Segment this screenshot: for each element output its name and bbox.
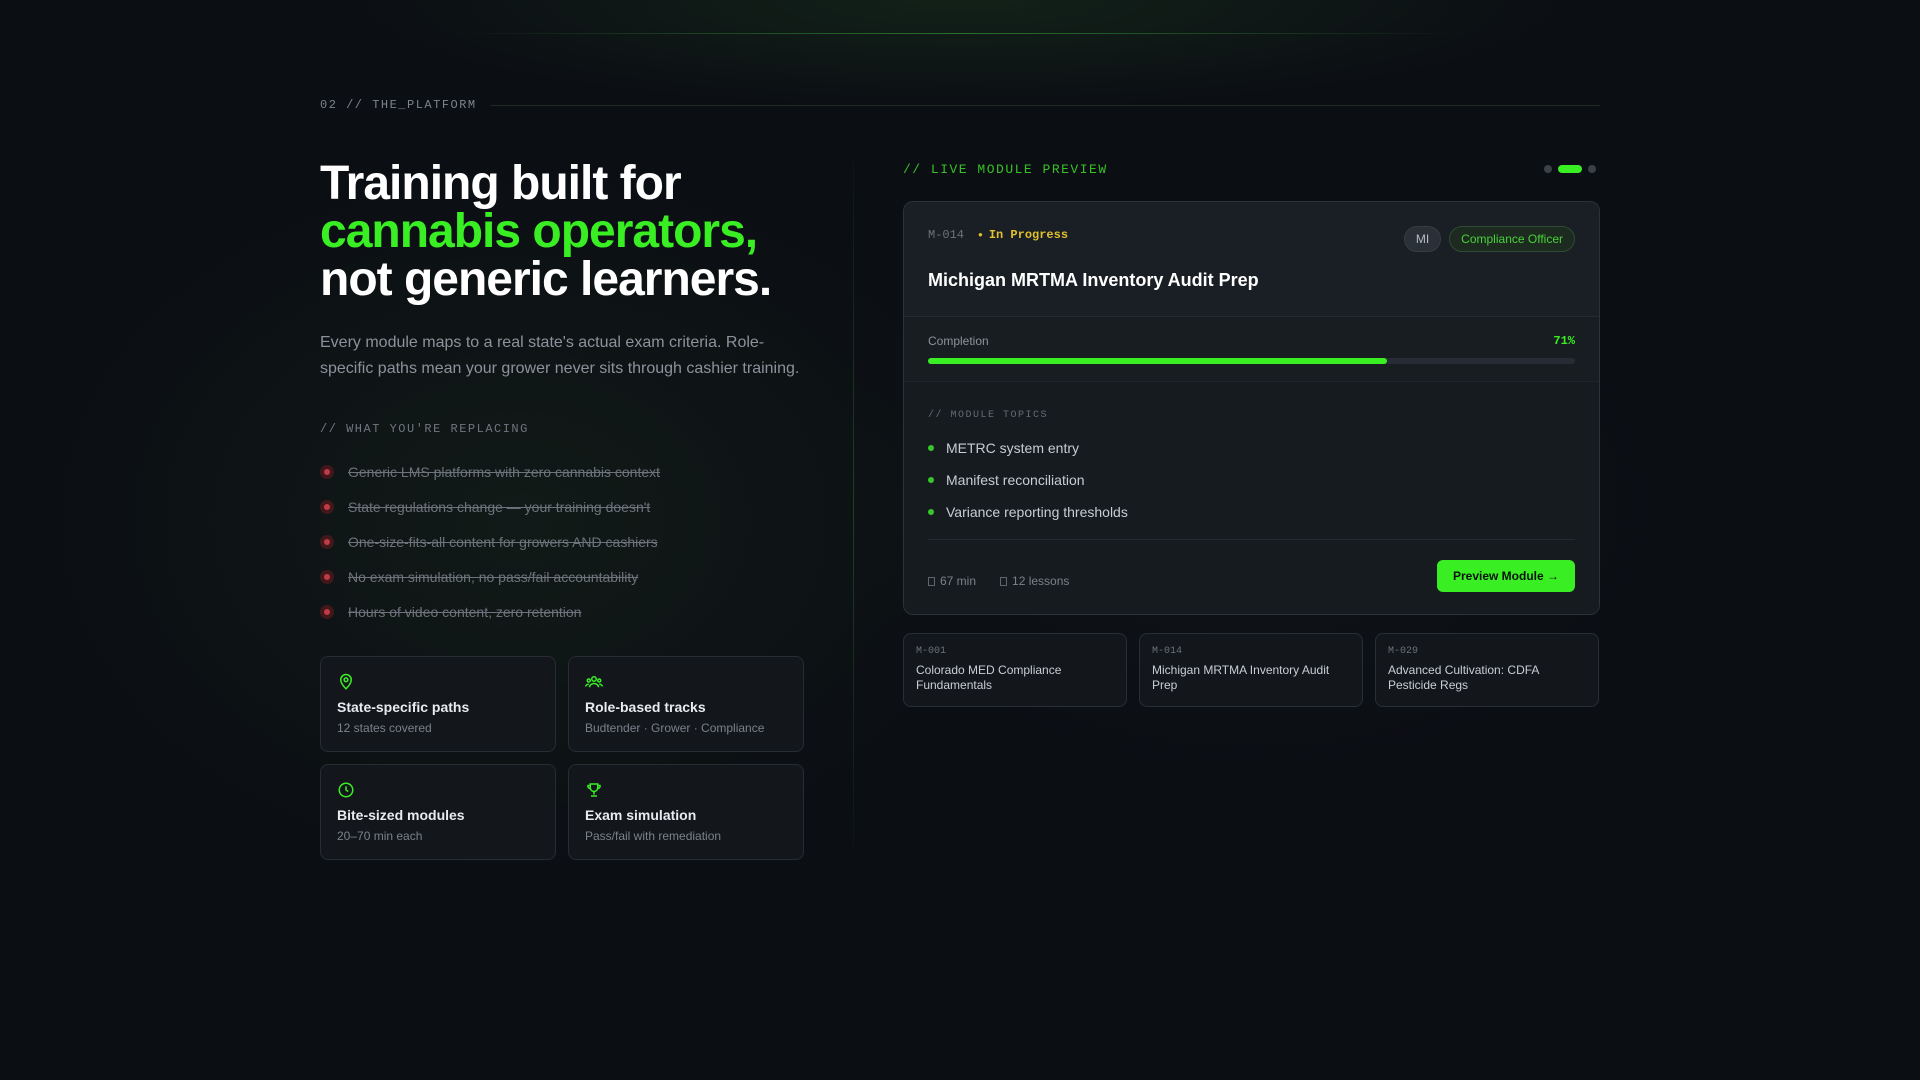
module-tags: MI Compliance Officer [1403, 226, 1575, 252]
topics-list: METRC system entry Manifest reconciliati… [928, 432, 1128, 528]
mini-card-title: Advanced Cultivation: CDFA Pesticide Reg… [1388, 663, 1539, 692]
headline-line-2: cannabis operators, [320, 205, 758, 258]
clock-icon [338, 782, 354, 798]
module-title: Michigan MRTMA Inventory Audit Prep [928, 270, 1259, 290]
users-icon [585, 676, 603, 688]
feature-card-exam-sim: Exam simulation Pass/fail with remediati… [568, 764, 804, 860]
clock-icon [928, 576, 935, 586]
feature-title: Bite-sized modules [337, 807, 465, 823]
lessons-meta: 12 lessons [1000, 574, 1069, 588]
completion-label: Completion [928, 334, 989, 348]
replacing-list: Generic LMS platforms with zero cannabis… [320, 454, 840, 629]
replacing-item: State regulations change — your training… [320, 489, 840, 524]
pager-dot[interactable] [1588, 165, 1596, 173]
mini-card-title: Michigan MRTMA Inventory Audit Prep [1152, 663, 1330, 692]
topic-item: METRC system entry [928, 432, 1128, 464]
feature-card-bite-sized: Bite-sized modules 20–70 min each [320, 764, 556, 860]
headline-line-1: Training built for [320, 157, 682, 210]
hero-headline: Training built for cannabis operators, n… [320, 160, 880, 304]
module-preview-card: M-014 In Progress MI Compliance Officer … [903, 201, 1600, 615]
feature-subtitle: 12 states covered [337, 721, 432, 735]
mini-card-id: M-014 [1152, 646, 1183, 657]
module-card-list: M-001 Colorado MED Compliance Fundamenta… [903, 633, 1600, 707]
x-circle-icon [320, 499, 334, 514]
progress-bar [928, 358, 1575, 364]
feature-title: Role-based tracks [585, 699, 706, 715]
preview-module-button[interactable]: Preview Module → [1436, 560, 1575, 592]
module-mini-card[interactable]: M-001 Colorado MED Compliance Fundamenta… [903, 633, 1127, 707]
duration-meta: 67 min [928, 574, 976, 588]
preview-label: // LIVE MODULE PREVIEW [903, 162, 1108, 177]
replacing-item: No exam simulation, no pass/fail account… [320, 559, 840, 594]
mini-card-id: M-001 [916, 646, 947, 657]
mini-card-id: M-029 [1388, 646, 1419, 657]
topic-item: Manifest reconciliation [928, 464, 1128, 496]
replacing-label: // WHAT YOU'RE REPLACING [320, 422, 529, 436]
top-accent-line [460, 33, 1460, 34]
mini-card-title: Colorado MED Compliance Fundamentals [916, 663, 1062, 692]
topic-item: Variance reporting thresholds [928, 496, 1128, 528]
replacing-item: Hours of video content, zero retention [320, 594, 840, 629]
map-pin-icon [339, 673, 353, 690]
progress-bar-fill [928, 358, 1388, 364]
headline-line-3: not generic learners. [320, 253, 772, 306]
module-id: M-014 [928, 228, 965, 242]
x-circle-icon [320, 464, 334, 479]
completion-section: Completion 71% [904, 317, 1599, 382]
trophy-icon [587, 783, 601, 797]
hero-lede: Every module maps to a real state's actu… [320, 334, 800, 377]
section-label: 02 // THE_PLATFORM [320, 98, 477, 112]
module-meta: 67 min 12 lessons [928, 574, 1069, 588]
state-tag: MI [1403, 226, 1442, 252]
feature-grid: State-specific paths 12 states covered R… [320, 656, 804, 860]
module-header: M-014 In Progress MI Compliance Officer … [904, 202, 1599, 317]
carousel-pager [1544, 165, 1596, 173]
feature-title: State-specific paths [337, 699, 470, 715]
module-body: // MODULE TOPICS METRC system entry Mani… [904, 382, 1599, 614]
feature-title: Exam simulation [585, 807, 697, 823]
role-tag: Compliance Officer [1449, 226, 1575, 252]
feature-card-state-paths: State-specific paths 12 states covered [320, 656, 556, 752]
replacing-item: One-size-fits-all content for growers AN… [320, 524, 840, 559]
section-divider [490, 105, 1600, 106]
module-divider [928, 539, 1575, 540]
feature-subtitle: Pass/fail with remediation [585, 829, 722, 843]
x-circle-icon [320, 534, 334, 549]
module-mini-card[interactable]: M-014 Michigan MRTMA Inventory Audit Pre… [1139, 633, 1363, 707]
pager-dot-active[interactable] [1558, 165, 1582, 173]
x-circle-icon [320, 604, 334, 619]
completion-percent: 71% [1553, 334, 1575, 348]
feature-card-role-tracks: Role-based tracks Budtender · Grower · C… [568, 656, 804, 752]
feature-subtitle: Budtender · Grower · Compliance [585, 721, 765, 735]
topics-label: // MODULE TOPICS [928, 410, 1049, 421]
feature-subtitle: 20–70 min each [337, 829, 423, 843]
replacing-item: Generic LMS platforms with zero cannabis… [320, 454, 840, 489]
x-circle-icon [320, 569, 334, 584]
status-badge: In Progress [978, 228, 1068, 242]
pager-dot[interactable] [1544, 165, 1552, 173]
book-icon [1000, 576, 1008, 586]
module-mini-card[interactable]: M-029 Advanced Cultivation: CDFA Pestici… [1375, 633, 1599, 707]
